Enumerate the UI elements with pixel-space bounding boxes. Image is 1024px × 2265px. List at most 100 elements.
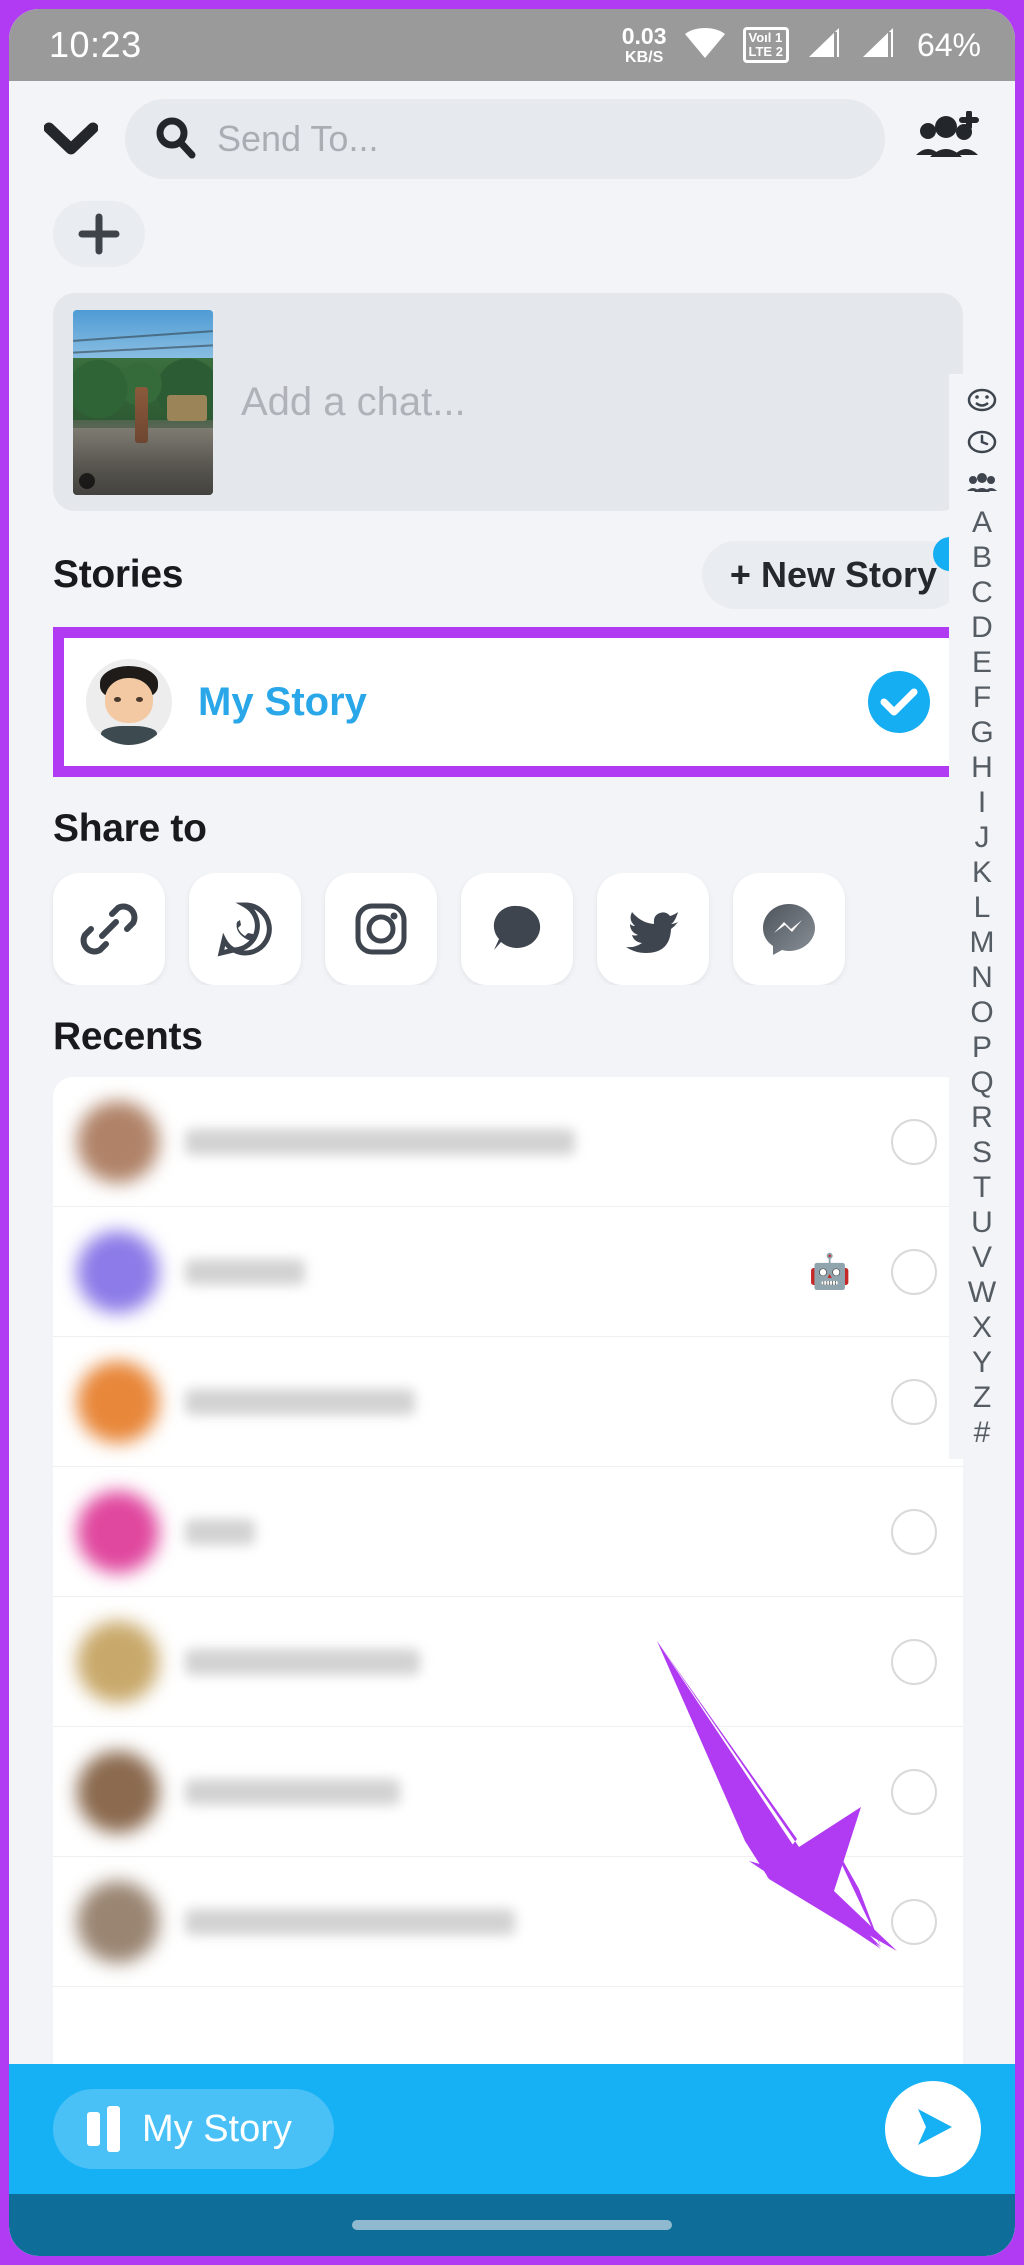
instagram-icon[interactable] — [325, 873, 437, 985]
alpha-index-P[interactable]: P — [972, 1031, 992, 1064]
smiley-icon[interactable] — [967, 380, 997, 420]
alpha-index-G[interactable]: G — [970, 716, 993, 749]
network-speed-value: 0.03 — [621, 22, 667, 49]
alpha-index-N[interactable]: N — [971, 961, 993, 994]
select-circle[interactable] — [891, 1768, 937, 1815]
volte-line-2: LTE 2 — [748, 44, 783, 59]
new-story-label: + New Story — [729, 554, 937, 595]
table-row[interactable] — [53, 1597, 963, 1727]
alpha-index-X[interactable]: X — [972, 1311, 992, 1344]
group-icon[interactable] — [965, 464, 999, 504]
select-circle[interactable] — [891, 1508, 937, 1555]
alpha-index-S[interactable]: S — [972, 1136, 992, 1169]
chat-placeholder: Add a chat... — [241, 379, 466, 424]
alpha-index-H[interactable]: H — [971, 751, 993, 784]
bitmoji-avatar — [86, 659, 172, 745]
share-to-section-header: Share to — [9, 807, 1015, 851]
battery-percentage: 64% — [916, 26, 981, 63]
alpha-index-T[interactable]: T — [973, 1171, 991, 1204]
stories-section-header: Stories + New Story — [9, 537, 1015, 609]
alpha-index-hash[interactable]: # — [974, 1416, 991, 1449]
alpha-index-Z[interactable]: Z — [973, 1381, 991, 1414]
row-text — [185, 1648, 865, 1675]
check-circle-icon[interactable] — [868, 671, 930, 733]
alpha-index-Q[interactable]: Q — [970, 1066, 993, 1099]
new-story-button[interactable]: + New Story — [701, 537, 967, 609]
table-row[interactable] — [53, 1077, 963, 1207]
my-story-row[interactable]: My Story — [64, 638, 958, 766]
table-row[interactable] — [53, 1337, 963, 1467]
row-text — [185, 1388, 865, 1415]
alpha-index-M[interactable]: M — [970, 926, 995, 959]
select-circle[interactable] — [891, 1898, 937, 1945]
alpha-index-A[interactable]: A — [972, 506, 992, 539]
search-icon — [153, 115, 197, 164]
signal-bars-icon — [805, 26, 843, 65]
add-row — [9, 179, 1015, 267]
twitter-icon[interactable] — [597, 873, 709, 985]
whatsapp-icon[interactable] — [189, 873, 301, 985]
copy-link-icon[interactable] — [53, 873, 165, 985]
alpha-index-D[interactable]: D — [971, 611, 993, 644]
volte-icon: Voıl 1 LTE 2 — [742, 27, 789, 63]
alpha-index-B[interactable]: B — [972, 541, 992, 574]
signal-bars-icon-2 — [859, 26, 897, 65]
row-text — [185, 1258, 783, 1285]
alpha-index-F[interactable]: F — [973, 681, 991, 714]
phone-screen: 10:23 0.03 KB/S Voıl 1 LTE 2 64% Send To… — [9, 9, 1015, 2256]
my-story-highlight-box: My Story — [53, 627, 969, 777]
alpha-index-U[interactable]: U — [971, 1206, 993, 1239]
alpha-index-J[interactable]: J — [975, 821, 990, 854]
table-row[interactable] — [53, 1467, 963, 1597]
chevron-down-icon[interactable] — [39, 107, 103, 171]
home-indicator[interactable] — [352, 2220, 672, 2230]
row-text — [185, 1778, 865, 1805]
stories-title: Stories — [53, 553, 184, 596]
send-button[interactable] — [885, 2081, 981, 2177]
status-icons: 0.03 KB/S Voıl 1 LTE 2 64% — [621, 22, 981, 66]
share-to-list — [9, 873, 1015, 985]
alpha-index-V[interactable]: V — [972, 1241, 992, 1274]
search-input[interactable]: Send To... — [125, 99, 885, 179]
volte-line-1: Voıl 1 — [748, 30, 783, 46]
alpha-index-C[interactable]: C — [971, 576, 993, 609]
alpha-index-L[interactable]: L — [974, 891, 991, 924]
chat-composer[interactable]: Add a chat... — [53, 293, 963, 511]
row-text — [185, 1518, 865, 1545]
search-placeholder: Send To... — [217, 118, 379, 159]
add-button[interactable] — [53, 201, 145, 267]
alpha-index-Y[interactable]: Y — [972, 1346, 992, 1379]
messenger-icon[interactable] — [733, 873, 845, 985]
avatar — [77, 1880, 159, 1963]
alpha-index-I[interactable]: I — [978, 786, 986, 819]
select-circle[interactable] — [891, 1118, 937, 1165]
avatar — [77, 1620, 159, 1703]
alpha-index-K[interactable]: K — [972, 856, 992, 889]
add-group-icon[interactable] — [907, 107, 985, 171]
alpha-index-O[interactable]: O — [970, 996, 993, 1029]
status-time: 10:23 — [49, 24, 142, 65]
share-to-title: Share to — [53, 807, 207, 850]
thumbnail-badge-icon — [79, 472, 95, 489]
snap-preview-thumbnail[interactable] — [73, 309, 213, 495]
robot-emoji-icon: 🤖 — [808, 1252, 851, 1291]
alpha-index-R[interactable]: R — [971, 1101, 993, 1134]
table-row[interactable]: 🤖 — [53, 1207, 963, 1337]
my-story-chip[interactable]: My Story — [53, 2089, 334, 2169]
select-circle[interactable] — [891, 1248, 937, 1295]
clock-icon[interactable] — [967, 422, 997, 462]
select-circle[interactable] — [891, 1638, 937, 1685]
message-bubble-icon[interactable] — [461, 873, 573, 985]
alphabet-index[interactable]: A B C D E F G H I J K L M N O P Q R S T … — [949, 374, 1015, 1459]
avatar — [77, 1100, 159, 1183]
alpha-index-W[interactable]: W — [968, 1276, 996, 1309]
alpha-index-E[interactable]: E — [972, 646, 992, 679]
status-bar: 10:23 0.03 KB/S Voıl 1 LTE 2 64% — [9, 9, 1015, 81]
select-circle[interactable] — [891, 1378, 937, 1425]
system-nav-bar — [9, 2194, 1015, 2256]
table-row[interactable] — [53, 1857, 963, 1987]
recents-title: Recents — [53, 1015, 203, 1058]
table-row[interactable] — [53, 1727, 963, 1857]
my-story-chip-label: My Story — [142, 2107, 292, 2150]
row-text — [185, 1128, 865, 1155]
